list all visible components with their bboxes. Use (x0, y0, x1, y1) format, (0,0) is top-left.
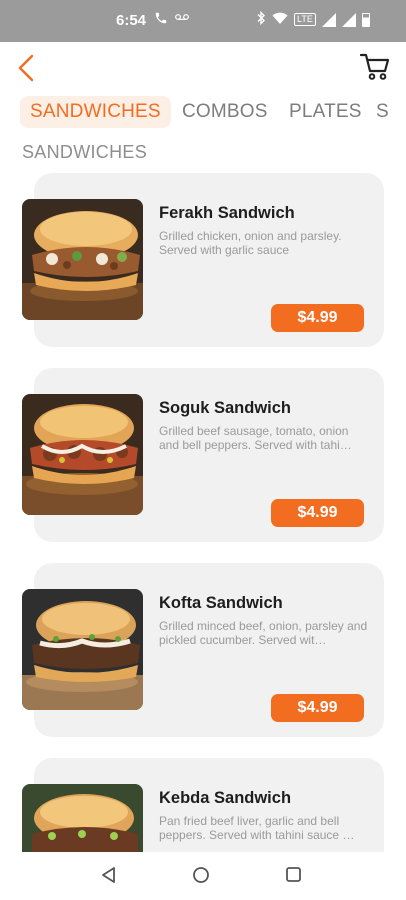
system-nav-bar (0, 852, 406, 900)
tab-partial[interactable]: S (376, 96, 389, 128)
item-description: Grilled beef sausage, tomato, onion and … (159, 424, 352, 452)
item-name: Ferakh Sandwich (159, 204, 295, 222)
sandwich-image (22, 784, 143, 852)
cart-icon (359, 53, 390, 80)
sandwich-image (22, 394, 143, 515)
status-time: 6:54 (116, 12, 147, 29)
data-indicator: LTE (294, 13, 316, 26)
battery-icon (361, 12, 370, 27)
chevron-left-icon (18, 54, 34, 82)
price-button[interactable]: $4.99 (271, 304, 364, 332)
price-button[interactable]: $4.99 (271, 499, 364, 527)
item-name: Kebda Sandwich (159, 789, 292, 807)
category-tabs: SANDWICHES COMBOS PLATES S (20, 96, 406, 128)
triangle-back-icon[interactable] (100, 866, 118, 889)
item-name: Kofta Sandwich (159, 594, 283, 612)
item-name: Soguk Sandwich (159, 399, 292, 417)
back-button[interactable] (10, 52, 42, 84)
item-description: Pan fried beef liver, garlic and bell pe… (159, 814, 355, 842)
bluetooth-icon (256, 10, 266, 28)
section-title: SANDWICHES (22, 142, 148, 162)
cart-button[interactable] (358, 50, 394, 84)
circle-home-icon[interactable] (192, 866, 210, 889)
signal-icon-2 (341, 12, 356, 27)
item-description: Grilled minced beef, onion, parsley and … (159, 619, 368, 647)
sandwich-image (22, 199, 143, 320)
price-button[interactable]: $4.99 (271, 694, 364, 722)
item-description: Grilled chicken, onion and parsley. Serv… (159, 229, 342, 257)
voicemail-icon (175, 9, 189, 25)
tab-plates[interactable]: PLATES (289, 96, 362, 128)
square-recents-icon[interactable] (285, 866, 302, 888)
tab-sandwiches[interactable]: SANDWICHES (20, 96, 171, 128)
phone-icon (154, 11, 168, 28)
sandwich-image (22, 589, 143, 710)
tab-combos[interactable]: COMBOS (182, 96, 268, 128)
signal-icon (321, 12, 336, 27)
status-icons: LTE (256, 10, 370, 28)
status-bar: 6:54 LTE (0, 0, 406, 42)
wifi-icon (272, 12, 288, 28)
